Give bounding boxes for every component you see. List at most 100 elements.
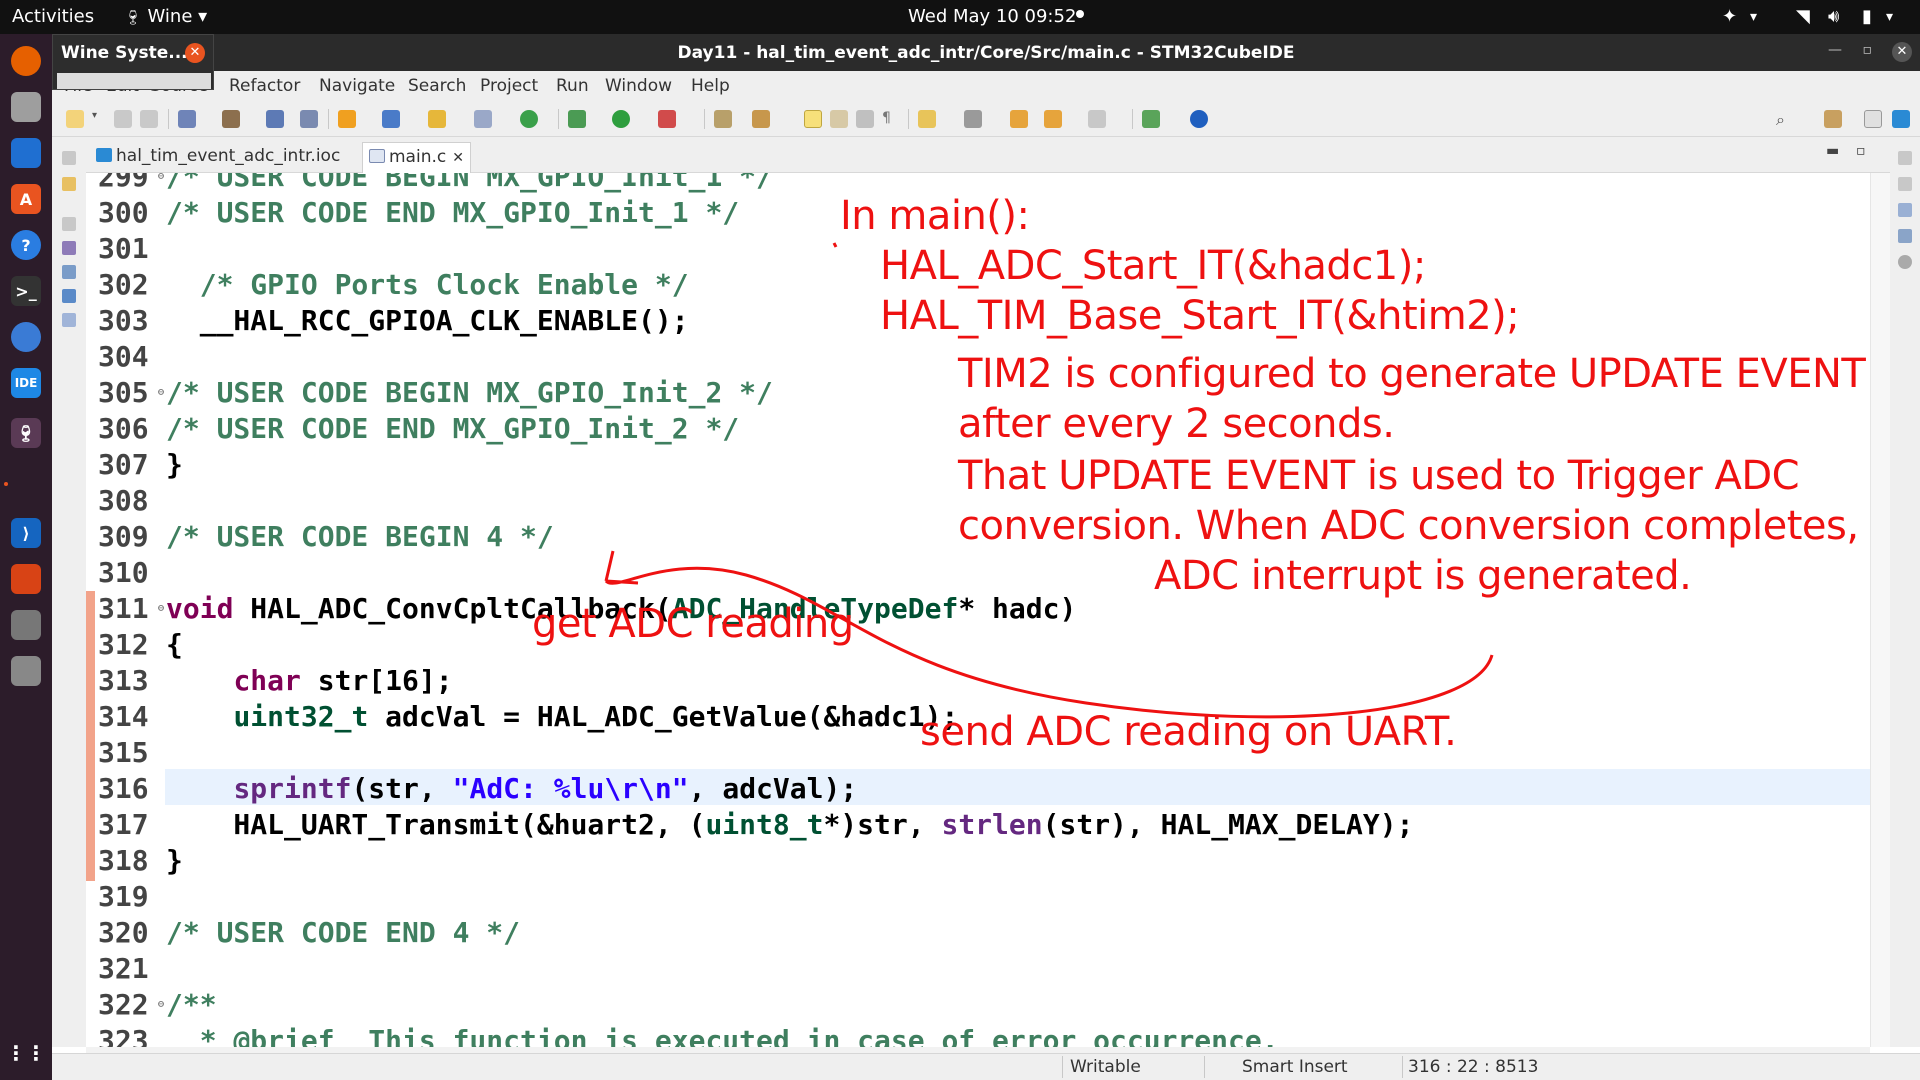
tab-ioc[interactable]: hal_tim_event_adc_intr.ioc — [90, 142, 346, 173]
search-refs-icon[interactable] — [300, 110, 318, 128]
open-task-icon[interactable] — [752, 110, 770, 128]
open-type-icon[interactable] — [714, 110, 732, 128]
annotation-explain-5: ADC interrupt is generated. — [1154, 553, 1692, 599]
build-targets-icon[interactable] — [62, 265, 76, 279]
new-dropdown-chevron-icon[interactable]: ▾ — [92, 110, 100, 128]
run-icon[interactable] — [612, 110, 630, 128]
restore-icon[interactable] — [1898, 177, 1912, 191]
device-config-perspective-icon[interactable] — [1892, 110, 1910, 128]
vertical-scrollbar[interactable] — [1870, 173, 1890, 1047]
open-perspective-icon[interactable] — [1142, 110, 1160, 128]
stm32cubeide-icon[interactable]: IDE — [11, 368, 41, 398]
new-project-icon[interactable] — [382, 110, 400, 128]
tab-main-c[interactable]: main.c ✕ — [362, 142, 471, 173]
c-file-icon — [369, 149, 385, 163]
restore-icon[interactable] — [62, 217, 76, 231]
project-explorer-icon[interactable] — [62, 177, 76, 191]
wine-icon[interactable]: 🍷︎ — [11, 418, 41, 448]
info-icon[interactable] — [1190, 110, 1208, 128]
left-trim-stack — [52, 137, 86, 1047]
maximize-editor-icon[interactable]: ▫ — [1856, 143, 1866, 159]
build-icon[interactable] — [222, 110, 240, 128]
menu-project[interactable]: Project — [480, 76, 538, 96]
ssd-drive-icon[interactable] — [11, 610, 41, 640]
show-whitespace-icon[interactable]: ¶ — [882, 110, 900, 128]
show-applications-icon[interactable]: ⋮⋮ — [6, 1038, 46, 1068]
system-menu-chevron-icon[interactable]: ▾ — [1886, 9, 1893, 25]
menu-search[interactable]: Search — [408, 76, 466, 96]
code-editor[interactable]: 299 ⊖/* USER CODE BEGIN MX_GPIO_Init_1 */… — [86, 173, 1870, 1047]
toggle-highlight-icon[interactable] — [830, 110, 848, 128]
prev-annotation-icon[interactable] — [964, 110, 982, 128]
debug-icon[interactable] — [568, 110, 586, 128]
accessibility-menu-chevron-icon[interactable]: ▾ — [1750, 9, 1757, 25]
toolbar-separator — [908, 109, 909, 129]
usb-drive-icon[interactable] — [11, 656, 41, 686]
status-divider — [1204, 1056, 1205, 1078]
maximize-icon[interactable]: ▫ — [1863, 42, 1873, 58]
stop-icon[interactable] — [658, 110, 676, 128]
close-tab-icon[interactable]: ✕ — [452, 150, 464, 166]
software-center-icon[interactable]: A — [11, 184, 41, 214]
save-icon[interactable] — [114, 110, 132, 128]
next-annotation-icon[interactable] — [918, 110, 936, 128]
wine-popup-close-icon[interactable]: ✕ — [185, 43, 205, 63]
menu-run[interactable]: Run — [556, 76, 589, 96]
problems-icon[interactable] — [62, 313, 76, 327]
annotation-main-line1: HAL_ADC_Start_IT(&hadc1); — [880, 243, 1426, 289]
console-icon[interactable] — [62, 289, 76, 303]
chrome-icon[interactable] — [11, 322, 41, 352]
writer-icon[interactable] — [11, 138, 41, 168]
clock[interactable]: Wed May 10 09:52 — [908, 6, 1076, 27]
wifi-icon[interactable]: ◥ — [1796, 6, 1810, 27]
save-all-icon[interactable] — [140, 110, 158, 128]
terminal-icon[interactable]: >_ — [11, 276, 41, 306]
status-insert-mode: Smart Insert — [1242, 1057, 1348, 1077]
text-editor-icon[interactable] — [11, 564, 41, 594]
restore-icon[interactable] — [62, 151, 76, 165]
volume-icon[interactable]: 🔊︎ — [1828, 6, 1839, 27]
help-icon[interactable]: ? — [11, 230, 41, 260]
annotation-explain-4: conversion. When ADC conversion complete… — [958, 503, 1859, 549]
forward-icon[interactable] — [1088, 110, 1106, 128]
menu-refactor[interactable]: Refactor — [229, 76, 300, 96]
menu-navigate[interactable]: Navigate — [319, 76, 395, 96]
accessibility-icon[interactable]: ✦ — [1722, 6, 1737, 27]
outline-icon[interactable] — [62, 241, 76, 255]
activities-button[interactable]: Activities — [12, 6, 94, 27]
perspective-switch-icon[interactable] — [1824, 110, 1842, 128]
build-analyzer-icon[interactable] — [1898, 255, 1912, 269]
cpp-perspective-icon[interactable] — [1864, 110, 1882, 128]
minimize-editor-icon[interactable]: ▬ — [1826, 143, 1839, 159]
vscode-icon[interactable]: ⟩ — [11, 518, 41, 548]
close-window-icon[interactable]: ✕ — [1892, 42, 1912, 62]
firefox-icon[interactable] — [11, 46, 41, 76]
build-config-icon[interactable] — [178, 110, 196, 128]
back-icon[interactable] — [1044, 110, 1062, 128]
refresh-icon[interactable] — [520, 110, 538, 128]
build-all-icon[interactable] — [266, 110, 284, 128]
memory-icon[interactable] — [1898, 229, 1912, 243]
restore-icon[interactable] — [1898, 151, 1912, 165]
registers-icon[interactable] — [1898, 203, 1912, 217]
battery-icon[interactable]: ▮ — [1862, 6, 1872, 27]
open-folder-icon[interactable] — [428, 110, 446, 128]
last-edit-icon[interactable] — [1010, 110, 1028, 128]
wine-notification-popup[interactable]: Wine Syste... ✕ — [52, 34, 214, 90]
block-selection-icon[interactable] — [856, 110, 874, 128]
new-icon[interactable] — [66, 110, 84, 128]
files-icon[interactable] — [11, 92, 41, 122]
menu-window[interactable]: Window — [605, 76, 672, 96]
mark-occurrences-icon[interactable] — [804, 110, 822, 128]
new-source-icon[interactable] — [474, 110, 492, 128]
search-icon[interactable]: ⌕ — [1776, 110, 1794, 129]
window-title-bar: Day11 - hal_tim_event_adc_intr/Core/Src/… — [52, 34, 1920, 71]
status-cursor-position: 316 : 22 : 8513 — [1408, 1057, 1539, 1077]
status-bar: Writable Smart Insert 316 : 22 : 8513 — [52, 1053, 1920, 1080]
wine-app-menu[interactable]: 🍷︎ Wine ▾ — [124, 6, 207, 27]
external-tools-icon[interactable] — [338, 110, 356, 128]
status-divider — [1402, 1056, 1403, 1078]
minimize-icon[interactable]: — — [1828, 42, 1842, 58]
wine-glass-icon: 🍷︎ — [124, 10, 142, 26]
menu-help[interactable]: Help — [691, 76, 730, 96]
